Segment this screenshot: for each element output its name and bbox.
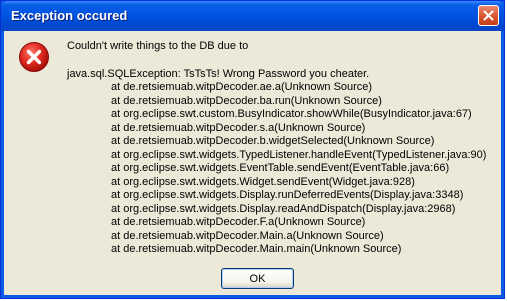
stack-trace-line: at de.retsiemuab.witpDecoder.Main.a(Unkn… bbox=[111, 229, 384, 242]
close-button[interactable] bbox=[478, 5, 499, 26]
stack-trace-line: at de.retsiemuab.witpDecoder.Main.main(U… bbox=[111, 243, 402, 255]
stack-trace-line: at de.retsiemuab.witpDecoder.s.a(Unknown… bbox=[111, 121, 366, 134]
close-icon bbox=[483, 10, 494, 21]
stack-trace-line: at de.retsiemuab.witpDecoder.ba.run(Unkn… bbox=[111, 94, 382, 107]
stack-trace-line: at org.eclipse.swt.widgets.EventTable.se… bbox=[111, 162, 450, 174]
stack-trace-line: at org.eclipse.swt.custom.BusyIndicator.… bbox=[111, 108, 472, 120]
error-message: Couldn't write things to the DB due to j… bbox=[67, 40, 491, 257]
stack-trace-line: at org.eclipse.swt.widgets.Widget.sendEv… bbox=[111, 175, 415, 188]
stack-trace-line: at de.retsiemuab.witpDecoder.b.widgetSel… bbox=[111, 135, 435, 147]
stack-trace-line: at org.eclipse.swt.widgets.Display.runDe… bbox=[111, 189, 464, 201]
ok-button[interactable]: OK bbox=[221, 268, 294, 289]
stack-trace-line: at org.eclipse.swt.widgets.Display.readA… bbox=[111, 202, 456, 215]
error-dialog-window: Exception occured Couldn't write things … bbox=[0, 0, 505, 299]
message-heading: Couldn't write things to the DB due to bbox=[67, 40, 249, 52]
title-bar[interactable]: Exception occured bbox=[1, 1, 504, 31]
stack-trace-line: at de.retsiemuab.witpDecoder.ae.a(Unknow… bbox=[111, 81, 373, 93]
window-title: Exception occured bbox=[11, 8, 128, 23]
stack-trace: at de.retsiemuab.witpDecoder.ae.a(Unknow… bbox=[67, 81, 491, 257]
exception-line: java.sql.SQLException: TsTsTs! Wrong Pas… bbox=[67, 67, 370, 80]
dialog-body: Couldn't write things to the DB due to j… bbox=[4, 31, 501, 295]
error-icon bbox=[19, 42, 49, 72]
stack-trace-line: at org.eclipse.swt.widgets.TypedListener… bbox=[111, 148, 487, 161]
stack-trace-line: at de.retsiemuab.witpDecoder.F.a(Unknown… bbox=[111, 216, 366, 228]
